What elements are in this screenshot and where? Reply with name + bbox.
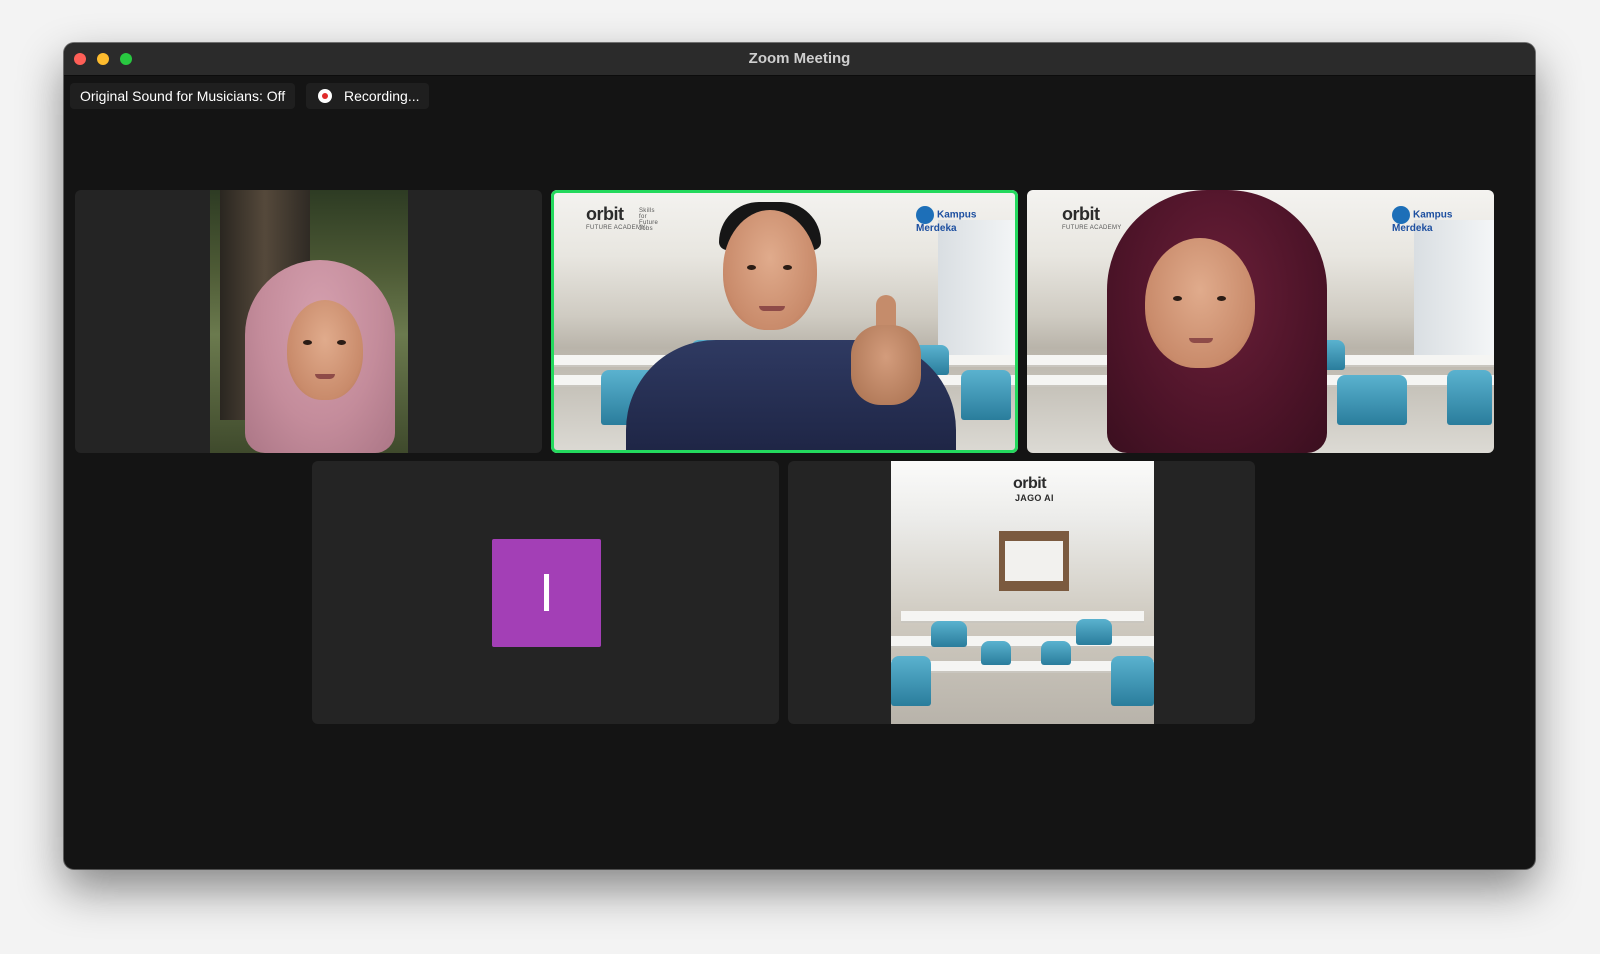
background-chair xyxy=(961,370,1011,420)
orbit-tagline: FUTURE ACADEMY xyxy=(1062,225,1122,231)
original-sound-label: Original Sound for Musicians: Off xyxy=(80,88,286,104)
background-chair xyxy=(891,656,931,706)
recording-status[interactable]: Recording... xyxy=(306,83,430,109)
recording-icon xyxy=(318,89,332,103)
participant-tile-active-speaker[interactable]: orbit FUTURE ACADEMY Skills for Future J… xyxy=(551,190,1018,453)
background-chair xyxy=(981,641,1011,665)
kampus-merdeka-logo: Kampus Merdeka xyxy=(916,206,986,234)
participant-face xyxy=(287,300,363,400)
recording-label: Recording... xyxy=(344,88,420,104)
jago-ai-label: JAGO AI xyxy=(1015,493,1054,503)
background-chair xyxy=(1337,375,1407,425)
orbit-logo: orbit xyxy=(586,204,624,224)
participant-video: orbit FUTURE ACADEMY Kampus Merdeka xyxy=(1027,190,1494,453)
background-chair xyxy=(1041,641,1071,665)
participant-hand xyxy=(851,325,921,405)
window-title: Zoom Meeting xyxy=(748,50,851,67)
participant-video: orbit FUTURE ACADEMY Skills for Future J… xyxy=(551,190,1018,453)
background-window xyxy=(938,220,1018,360)
kampus-merdeka-icon xyxy=(916,206,934,224)
background-chair xyxy=(1076,619,1112,645)
participant-face xyxy=(1145,238,1255,368)
title-bar[interactable]: Zoom Meeting xyxy=(64,43,1535,76)
participant-video xyxy=(210,190,408,453)
zoom-window: Zoom Meeting Original Sound for Musician… xyxy=(64,43,1535,869)
participant-tile-video-off[interactable]: I xyxy=(312,461,779,724)
kampus-merdeka-logo: Kampus Merdeka xyxy=(1392,206,1462,234)
kampus-merdeka-icon xyxy=(1392,206,1410,224)
participant-face xyxy=(723,210,817,330)
background-window xyxy=(1414,220,1494,360)
jago-orbit-logo: orbit xyxy=(1013,475,1047,492)
background-chair xyxy=(1111,656,1154,706)
background-chair xyxy=(931,621,967,647)
participant-video: orbit JAGO AI xyxy=(891,461,1154,724)
participant-tile[interactable]: orbit FUTURE ACADEMY Kampus Merdeka xyxy=(1027,190,1494,453)
orbit-skills: Skills for Future Jobs xyxy=(639,208,659,232)
original-sound-status[interactable]: Original Sound for Musicians: Off xyxy=(70,83,296,109)
participant-avatar: I xyxy=(492,539,601,647)
orbit-tagline: FUTURE ACADEMY xyxy=(586,225,646,231)
background-chair xyxy=(1447,370,1492,425)
background-whiteboard xyxy=(999,531,1069,591)
participant-tile[interactable] xyxy=(75,190,542,453)
participant-tile[interactable]: orbit JAGO AI xyxy=(788,461,1255,724)
orbit-logo: orbit xyxy=(1062,204,1100,224)
